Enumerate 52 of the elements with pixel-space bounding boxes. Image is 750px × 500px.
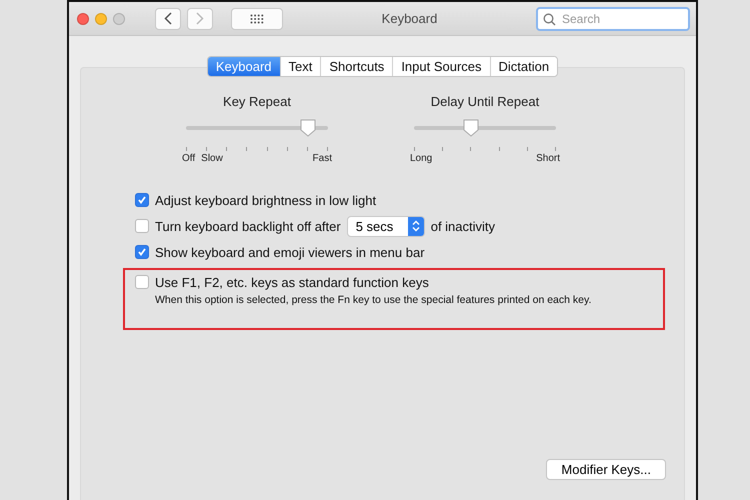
option-note: When this option is selected, press the Fn key to use the special features printed on each key. — [155, 294, 592, 306]
slider-title: Key Repeat — [223, 94, 291, 109]
forward-button[interactable] — [187, 8, 213, 30]
zoom-button[interactable] — [113, 12, 125, 24]
checkbox[interactable] — [135, 219, 149, 233]
search-icon — [543, 12, 556, 26]
tick-mark — [470, 147, 472, 151]
tick-mark — [498, 147, 500, 151]
tick-mark — [526, 147, 528, 151]
slider-thumb[interactable] — [462, 119, 479, 137]
option-label: Adjust keyboard brightness in low light — [155, 192, 376, 208]
tick-mark — [326, 147, 328, 151]
checkmark-icon — [137, 247, 147, 257]
option-label: Turn keyboard backlight off after — [155, 218, 341, 234]
tick-mark — [246, 147, 248, 151]
tick-mark — [186, 147, 187, 151]
checkbox[interactable] — [135, 193, 149, 207]
tick-mark — [306, 147, 308, 151]
chevron-left-icon — [164, 12, 172, 25]
tick-mark — [206, 147, 208, 151]
grid-icon — [250, 14, 264, 24]
back-button[interactable] — [155, 8, 181, 30]
checkbox[interactable] — [135, 245, 149, 259]
slider-label: Fast — [312, 153, 332, 164]
option-label: Use F1, F2, etc. keys as standard function keys — [155, 274, 429, 290]
tick-mark — [414, 147, 415, 151]
tick-mark — [226, 147, 228, 151]
duration-select[interactable]: 5 secs — [346, 216, 425, 236]
stepper-icon — [408, 216, 424, 236]
tab[interactable]: Keyboard — [208, 57, 280, 76]
chevron-right-icon — [196, 12, 204, 25]
grid-button[interactable] — [231, 8, 283, 30]
search-field[interactable]: Search — [536, 6, 690, 30]
slider-label: Long — [410, 153, 432, 164]
slider-thumb[interactable] — [300, 119, 316, 137]
checkbox[interactable] — [135, 275, 149, 289]
slider-label: Short — [536, 153, 560, 164]
minimize-button[interactable] — [95, 12, 107, 24]
option-label: Show keyboard and emoji viewers in menu bar — [155, 244, 425, 260]
tick-mark — [554, 147, 556, 151]
close-button[interactable] — [77, 12, 89, 24]
option-label: of inactivity — [430, 218, 496, 234]
modifier-keys-button[interactable]: Modifier Keys... — [546, 459, 666, 480]
checkmark-icon — [137, 195, 147, 205]
tab[interactable]: Dictation — [490, 57, 558, 76]
slider-label: Slow — [201, 153, 223, 164]
slider-label: Off — [182, 153, 196, 164]
tick-mark — [286, 147, 288, 151]
tick-mark — [266, 147, 268, 151]
tick-mark — [442, 147, 444, 151]
slider-title: Delay Until Repeat — [430, 94, 540, 109]
window-title: Keyboard — [380, 11, 438, 26]
